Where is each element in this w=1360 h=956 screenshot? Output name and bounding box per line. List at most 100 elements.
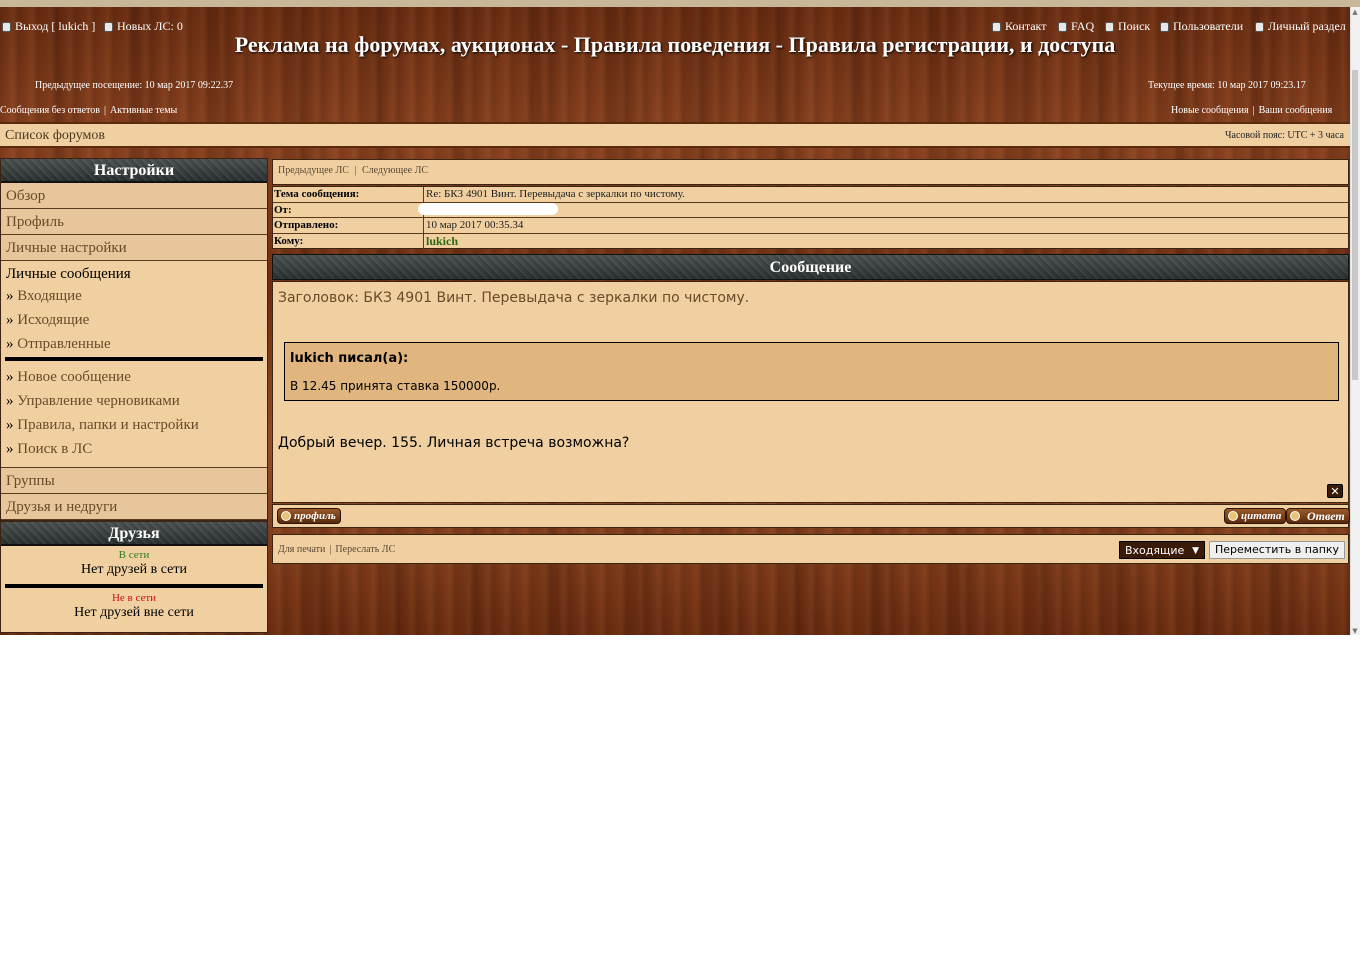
quote-block: lukich писал(а): В 12.45 принята ставка … [284,342,1339,401]
separator: | [354,165,357,176]
raquo-glyph: » [6,369,14,385]
message-subject: Заголовок: БКЗ 4901 Винт. Перевыдача с з… [278,290,750,306]
contact-icon [992,21,1001,32]
from-value [418,202,1348,218]
forum-list-link[interactable]: Список форумов [5,128,105,144]
site-title: Реклама на форумах, аукционах - Правила … [234,32,1116,57]
raquo-glyph: » [6,288,14,304]
message-text: Добрый вечер. 155. Личная встреча возмож… [278,435,630,451]
timezone-label: Часовой пояс: UTC + 3 часа [1225,130,1344,141]
quote-button[interactable]: цитата [1224,508,1287,524]
search-pm-label: Поиск в ЛС [17,441,93,457]
personal-section-icon [1255,21,1264,32]
print-link[interactable]: Для печати [278,544,325,555]
quick-links-left: Сообщения без ответов | Активные темы [0,105,177,116]
search-icon [1105,21,1114,32]
scroll-down-arrow-icon[interactable]: ▼ [1351,627,1359,635]
new-posts-link[interactable]: Новые сообщения [1171,105,1249,116]
separator: | [103,105,106,116]
sidebar-item-drafts[interactable]: » Управление черновиками [1,389,267,413]
pm-nav-links: Предыдущее ЛС | Следующее ЛС [278,165,428,176]
subject-label: Тема сообщения: [273,187,424,202]
meta-row-to: Кому: lukich [273,233,1348,250]
next-pm-link[interactable]: Следующее ЛС [362,165,428,176]
sidebar-item-friends-foes[interactable]: Друзья и недруги [1,494,267,520]
quote-text: В 12.45 принята ставка 150000р. [290,379,501,393]
reply-button-label: Ответ [1307,509,1345,523]
sidebar-item-sent[interactable]: » Отправленные [1,332,267,356]
sidebar-item-search-pm[interactable]: » Поиск в ЛС [1,437,267,461]
meta-row-sent: Отправлено: 10 мар 2017 00:35.34 [273,218,1348,234]
sidebar-item-groups[interactable]: Группы [1,468,267,494]
scroll-up-arrow-icon[interactable]: ▲ [1351,8,1359,16]
sent-label: Отправлено: [273,218,424,233]
sidebar-divider [5,357,263,361]
forward-link[interactable]: Переслать ЛС [335,544,395,555]
profile-button-label: профиль [294,510,336,522]
raquo-glyph: » [6,393,14,409]
current-time: Текущее время: 10 мар 2017 09:23.17 [1148,80,1306,91]
sidebar-item-personal-settings[interactable]: Личные настройки [1,235,267,261]
sidebar-item-new-message[interactable]: » Новое сообщение [1,365,267,389]
browser-top-strip [0,0,1360,7]
friends-divider [5,584,263,588]
to-value[interactable]: lukich [424,234,1348,250]
raquo-glyph: » [6,312,14,328]
sidebar-pm-title[interactable]: Личные сообщения [1,264,267,284]
bottom-actions: Для печати | Переслать ЛС Входящие ▼ Перем… [272,534,1349,564]
sidebar-item-rules[interactable]: » Правила, папки и настройки [1,413,267,437]
last-visit: Предыдущее посещение: 10 мар 2017 09:22.… [35,80,234,91]
to-label: Кому: [273,233,424,249]
raquo-glyph: » [6,336,14,352]
users-icon [1160,21,1169,32]
unanswered-link[interactable]: Сообщения без ответов [0,105,100,116]
previous-pm-link[interactable]: Предыдущее ЛС [278,165,349,176]
quote-icon [1228,511,1238,521]
message-meta-table: Тема сообщения: Re: БКЗ 4901 Винт. Перев… [272,186,1349,249]
sidebar-item-outbox[interactable]: » Исходящие [1,308,267,332]
logout-icon [2,21,11,32]
reply-icon [1290,511,1300,521]
new-message-label: Новое сообщение [17,369,131,385]
breadcrumb-bar: Список форумов Часовой пояс: UTC + 3 час… [0,122,1350,148]
active-topics-link[interactable]: Активные темы [110,105,177,116]
chevron-down-icon: ▼ [1192,546,1199,556]
redacted-sender [418,202,558,215]
sidebar-item-inbox[interactable]: » Входящие [1,284,267,308]
quick-links-right: Новые сообщения | Ваши сообщения [1171,105,1332,116]
quote-author: lukich писал(а): [290,351,409,366]
delete-message-icon[interactable]: ✕ [1327,484,1343,498]
friends-panel: Друзья В сети Нет друзей в сети Не в сет… [0,521,268,633]
folder-select[interactable]: Входящие ▼ [1119,541,1205,559]
message-icon [104,21,113,32]
message-body: Заголовок: БКЗ 4901 Винт. Перевыдача с з… [272,281,1349,503]
meta-row-from: От: [273,202,1348,218]
subject-value: Re: БКЗ 4901 Винт. Перевыдача с зеркалки… [426,188,685,200]
profile-icon [281,511,291,521]
sidebar-item-overview[interactable]: Обзор [1,183,267,209]
from-label: От: [273,202,424,217]
friends-offline-empty: Нет друзей вне сети [74,605,194,620]
profile-button[interactable]: профиль [277,508,341,524]
settings-heading: Настройки [1,159,267,183]
sidebar-pm-group: Личные сообщения » Входящие » Исходящие … [1,261,267,468]
meta-row-subject: Тема сообщения: Re: БКЗ 4901 Винт. Перев… [273,187,1348,203]
message-actions: профиль цитата Ответ [272,504,1350,528]
friends-offline-label: Не в сети [1,592,267,604]
offline-label-text: Не в сети [111,592,157,604]
friends-heading: Друзья [1,522,267,546]
settings-sidebar: Настройки Обзор Профиль Личные настройки… [0,158,268,521]
bottom-links: Для печати | Переслать ЛС [278,544,395,555]
friends-online-empty: Нет друзей в сети [81,562,187,577]
scrollbar-thumb[interactable] [1352,70,1358,380]
inbox-label: Входящие [17,288,82,304]
sidebar-item-profile[interactable]: Профиль [1,209,267,235]
raquo-glyph: » [6,441,14,457]
move-to-folder-button[interactable]: Переместить в папку [1209,541,1345,559]
rules-label: Правила, папки и настройки [17,417,199,433]
separator: | [329,544,332,555]
reply-button[interactable]: Ответ [1286,508,1350,524]
outbox-label: Исходящие [17,312,90,328]
faq-icon [1058,21,1067,32]
your-posts-link[interactable]: Ваши сообщения [1259,105,1333,116]
